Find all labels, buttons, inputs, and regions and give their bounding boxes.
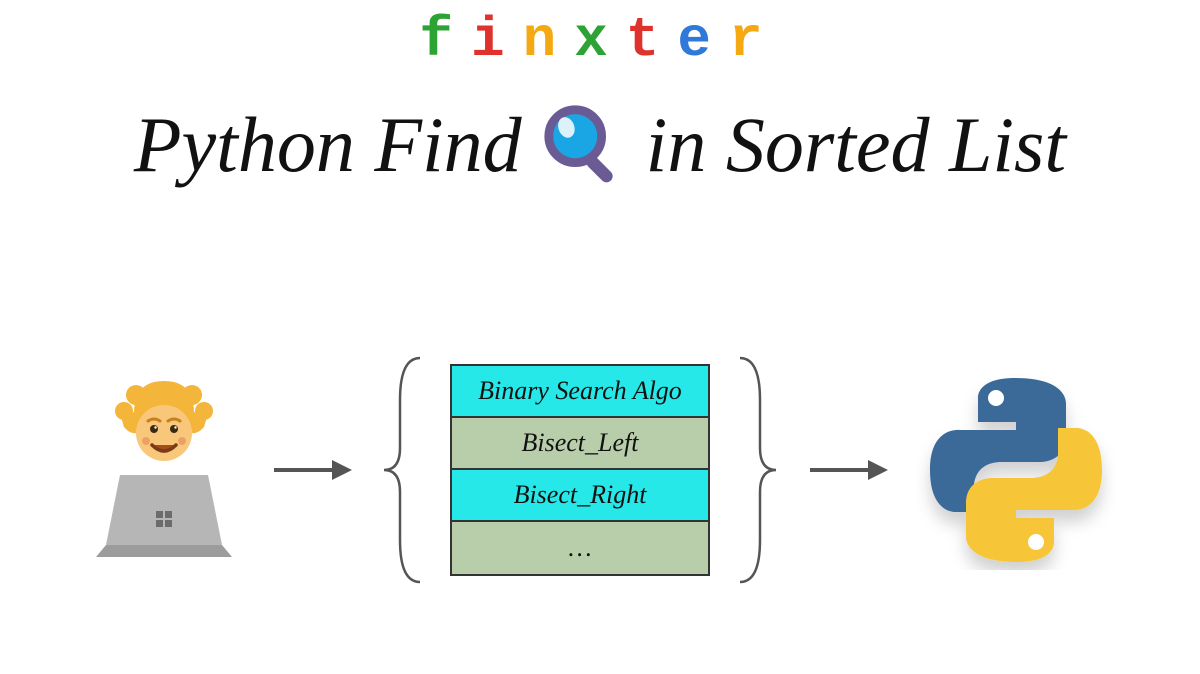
page-title: Python Find in Sorted List [0,100,1200,190]
logo-letter: e [677,8,729,72]
table-row: Bisect_Left [452,418,708,470]
title-left: Python Find [134,100,522,190]
logo-letter: t [626,8,678,72]
logo-letter: n [523,8,575,72]
title-right: in Sorted List [646,100,1066,190]
logo-letter: r [729,8,781,72]
table-row: … [452,522,708,574]
curly-brace-right-icon [736,350,780,590]
logo-letter: i [471,8,523,72]
arrow-right-icon [270,450,354,490]
logo-letter: f [419,8,471,72]
programmer-icon [84,375,244,565]
curly-brace-left-icon [380,350,424,590]
methods-table: Binary Search AlgoBisect_LeftBisect_Righ… [450,364,710,576]
python-logo-icon [916,370,1116,570]
table-row: Bisect_Right [452,470,708,522]
magnifying-glass-icon [540,101,628,189]
finxter-logo: finxter [419,8,780,72]
diagram-flow: Binary Search AlgoBisect_LeftBisect_Righ… [0,300,1200,640]
table-row: Binary Search Algo [452,366,708,418]
arrow-right-icon [806,450,890,490]
logo-letter: x [574,8,626,72]
